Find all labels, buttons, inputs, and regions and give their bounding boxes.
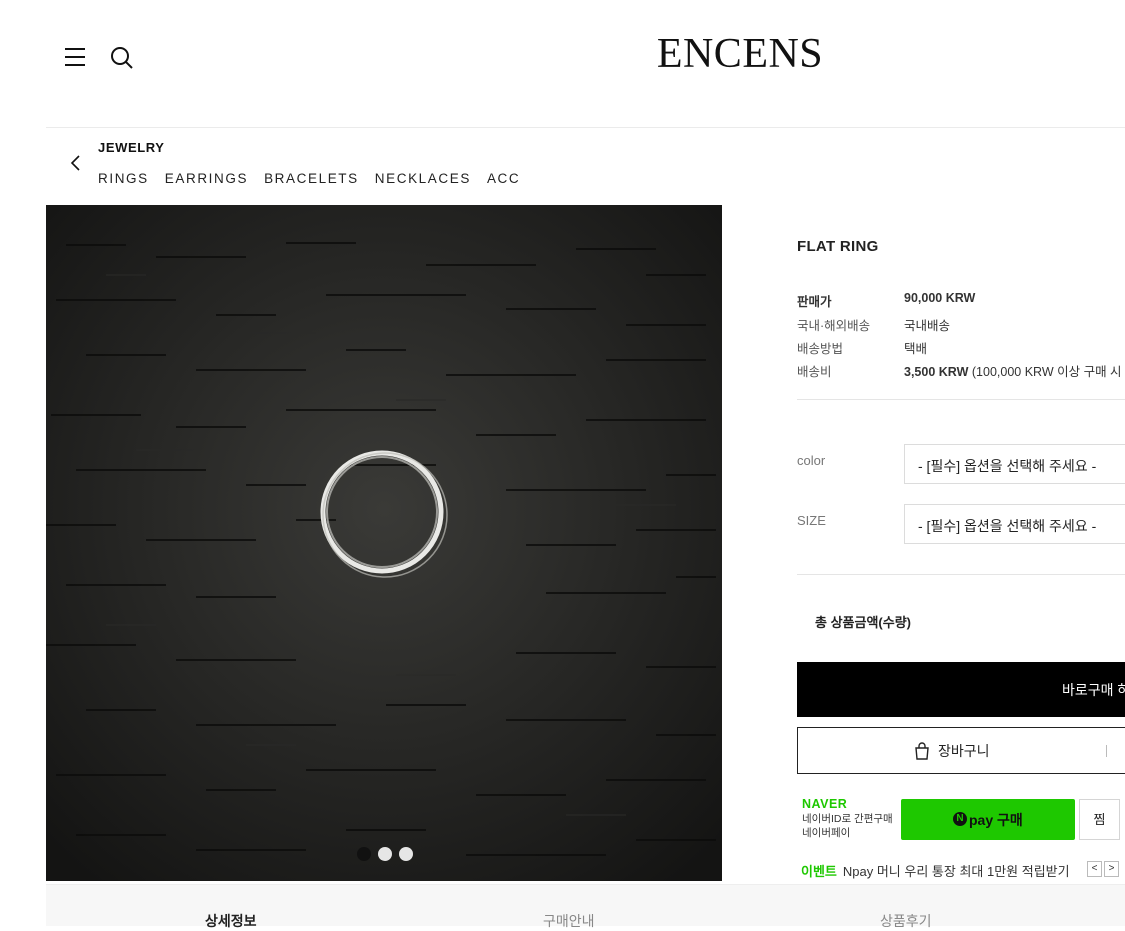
tab-purchase-guide[interactable]: 구매안내: [543, 911, 595, 931]
carousel-dot[interactable]: [399, 847, 413, 861]
subnav-item-necklaces[interactable]: NECKLACES: [375, 171, 471, 186]
color-select[interactable]: - [필수] 옵션을 선택해 주세요 -: [904, 444, 1125, 484]
naver-desc-line1: 네이버ID로 간편구매: [802, 813, 893, 825]
info-label: 배송비: [797, 365, 832, 379]
buy-now-button[interactable]: 바로구매 하: [797, 662, 1125, 717]
event-prev-button[interactable]: <: [1087, 861, 1102, 877]
price-value: 90,000 KRW: [904, 291, 976, 305]
ring-photo: [46, 205, 722, 881]
option-label-color: color: [797, 453, 826, 468]
category-subnav: RINGS EARRINGS BRACELETS NECKLACES ACC: [98, 171, 520, 186]
npay-buy-button[interactable]: N pay 구매: [901, 799, 1075, 840]
subnav-item-rings[interactable]: RINGS: [98, 171, 149, 186]
event-next-button[interactable]: >: [1104, 861, 1119, 877]
chevron-left-icon[interactable]: [66, 150, 86, 176]
brand-logo[interactable]: ENCENS: [0, 30, 1125, 78]
info-value: 택배: [904, 342, 928, 356]
shipping-fee-amount: 3,500 KRW: [904, 365, 969, 379]
naver-description: 네이버ID로 간편구매 네이버페이: [802, 812, 893, 840]
buy-now-label: 바로구매 하: [1062, 682, 1125, 698]
shipping-fee-note: (100,000 KRW 이상 구매 시: [971, 365, 1122, 379]
header-divider: [46, 127, 1125, 128]
product-image[interactable]: [46, 205, 722, 881]
logo-container: ENCENS: [0, 0, 1125, 110]
shipping-fee-value: 3,500 KRW (100,000 KRW 이상 구매 시: [904, 361, 1122, 380]
naver-desc-line2: 네이버페이: [802, 827, 851, 839]
npay-n-icon: N: [953, 812, 967, 826]
info-label: 국내·해외배송: [797, 319, 871, 333]
subnav-item-bracelets[interactable]: BRACELETS: [264, 171, 359, 186]
wishlist-button[interactable]: 찜: [1079, 799, 1120, 840]
shopping-bag-icon: [914, 742, 930, 760]
add-to-cart-button[interactable]: 장바구니: [797, 727, 1125, 774]
divider: [797, 574, 1125, 575]
event-tag: 이벤트: [801, 864, 837, 879]
naver-logo: NAVER: [802, 797, 848, 811]
button-divider: [1106, 745, 1107, 757]
npay-label: pay 구매: [969, 812, 1023, 828]
event-text: Npay 머니 우리 통장 최대 1만원 적립받기: [842, 864, 1070, 879]
divider: [797, 399, 1125, 400]
subnav-item-earrings[interactable]: EARRINGS: [165, 171, 248, 186]
info-label: 배송방법: [797, 342, 844, 356]
carousel-dot[interactable]: [357, 847, 371, 861]
size-select[interactable]: - [필수] 옵션을 선택해 주세요 -: [904, 504, 1125, 544]
info-value: 국내배송: [904, 319, 951, 333]
tab-reviews[interactable]: 상품후기: [880, 911, 932, 931]
product-name: FLAT RING: [797, 238, 879, 255]
carousel-dots: [357, 847, 413, 861]
subnav-item-acc[interactable]: ACC: [487, 171, 520, 186]
carousel-dot[interactable]: [378, 847, 392, 861]
tab-detail-info[interactable]: 상세정보: [205, 911, 257, 931]
info-label: 판매가: [797, 295, 832, 309]
cart-label: 장바구니: [938, 743, 990, 759]
category-title[interactable]: JEWELRY: [98, 140, 165, 155]
npay-event-banner[interactable]: 이벤트 Npay 머니 우리 통장 최대 1만원 적립받기: [801, 861, 1070, 880]
option-label-size: SIZE: [797, 513, 826, 528]
total-price-label: 총 상품금액(수량): [815, 615, 911, 630]
